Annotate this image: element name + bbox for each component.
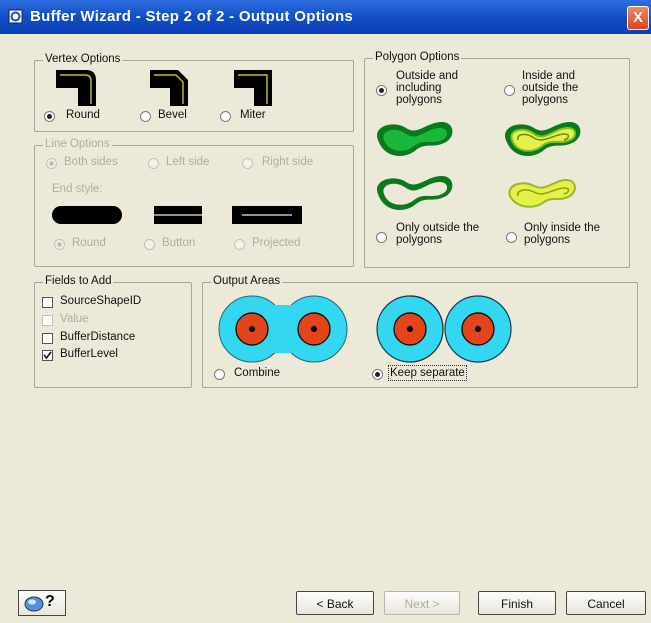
combine-buffers-icon <box>218 295 348 363</box>
value-checkbox[interactable] <box>42 315 53 326</box>
end-button-label: Button <box>162 237 196 249</box>
polygon-only-outside-radio[interactable] <box>376 232 387 243</box>
projected-end-icon <box>232 206 302 224</box>
vertex-round-radio[interactable] <box>44 111 55 122</box>
polygon-only-inside-radio[interactable] <box>506 232 517 243</box>
polygon-only-inside-icon <box>508 178 576 208</box>
help-button[interactable]: ? <box>18 590 66 616</box>
buffer-level-checkbox[interactable] <box>42 350 53 361</box>
polygon-only-outside-icon <box>376 176 453 210</box>
end-button-radio[interactable] <box>144 239 155 250</box>
polygon-inside-outside-label: Inside and outside the polygons <box>522 70 579 106</box>
combine-label: Combine <box>234 367 281 379</box>
title-bar: Buffer Wizard - Step 2 of 2 - Output Opt… <box>0 0 651 34</box>
polygon-inside-outside-icon <box>504 122 581 156</box>
end-projected-label: Projected <box>252 237 301 249</box>
buffer-level-label: BufferLevel <box>60 348 118 360</box>
finish-button[interactable]: Finish <box>478 591 556 615</box>
polygon-only-outside-label: Only outside the polygons <box>396 222 480 246</box>
keep-separate-radio[interactable] <box>372 369 383 380</box>
checkmark-icon <box>43 351 52 360</box>
vertex-bevel-label: Bevel <box>158 109 187 121</box>
fields-to-add-legend: Fields to Add <box>43 275 114 287</box>
window-title: Buffer Wizard - Step 2 of 2 - Output Opt… <box>30 8 354 25</box>
buffer-distance-checkbox[interactable] <box>42 333 53 344</box>
line-left-side-radio[interactable] <box>148 158 159 169</box>
close-button[interactable]: X <box>627 6 649 30</box>
end-round-radio[interactable] <box>54 239 65 250</box>
polygon-options-legend: Polygon Options <box>373 51 462 63</box>
buffer-distance-label: BufferDistance <box>60 331 136 343</box>
vertex-bevel-radio[interactable] <box>140 111 151 122</box>
button-end-icon <box>154 206 202 224</box>
help-question-icon <box>24 596 44 612</box>
source-shape-id-label: SourceShapeID <box>60 295 142 307</box>
keep-separate-buffers-icon <box>376 295 512 363</box>
vertex-round-label: Round <box>66 109 100 121</box>
polygon-only-inside-label: Only inside the polygons <box>524 222 601 246</box>
output-areas-legend: Output Areas <box>211 275 283 287</box>
bevel-vertex-icon <box>150 70 188 106</box>
line-left-side-label: Left side <box>166 156 210 168</box>
end-projected-radio[interactable] <box>234 239 245 250</box>
line-right-side-radio[interactable] <box>242 158 253 169</box>
polygon-inside-outside-radio[interactable] <box>504 85 515 96</box>
help-question-glyph: ? <box>45 593 55 610</box>
end-style-label: End style: <box>52 183 103 195</box>
cancel-button[interactable]: Cancel <box>566 591 646 615</box>
combine-radio[interactable] <box>214 369 225 380</box>
polygon-outside-including-radio[interactable] <box>376 85 387 96</box>
next-button[interactable]: Next > <box>384 591 460 615</box>
miter-vertex-icon <box>234 70 272 106</box>
end-round-label: Round <box>72 237 106 249</box>
round-vertex-icon <box>56 70 96 106</box>
vertex-miter-radio[interactable] <box>220 111 231 122</box>
vertex-miter-label: Miter <box>240 109 266 121</box>
keep-separate-label: Keep separate <box>388 365 467 381</box>
line-options-legend: Line Options <box>43 138 112 150</box>
line-both-sides-label: Both sides <box>64 156 118 168</box>
close-icon: X <box>632 9 643 26</box>
value-label: Value <box>60 313 89 325</box>
source-shape-id-checkbox[interactable] <box>42 297 53 308</box>
vertex-options-legend: Vertex Options <box>43 53 123 65</box>
wizard-app-icon <box>8 9 23 24</box>
polygon-outside-including-label: Outside and including polygons <box>396 70 459 106</box>
polygon-outside-including-icon <box>376 122 453 156</box>
line-right-side-label: Right side <box>262 156 314 168</box>
line-both-sides-radio[interactable] <box>46 158 57 169</box>
back-button[interactable]: < Back <box>296 591 374 615</box>
round-end-icon <box>52 206 122 224</box>
